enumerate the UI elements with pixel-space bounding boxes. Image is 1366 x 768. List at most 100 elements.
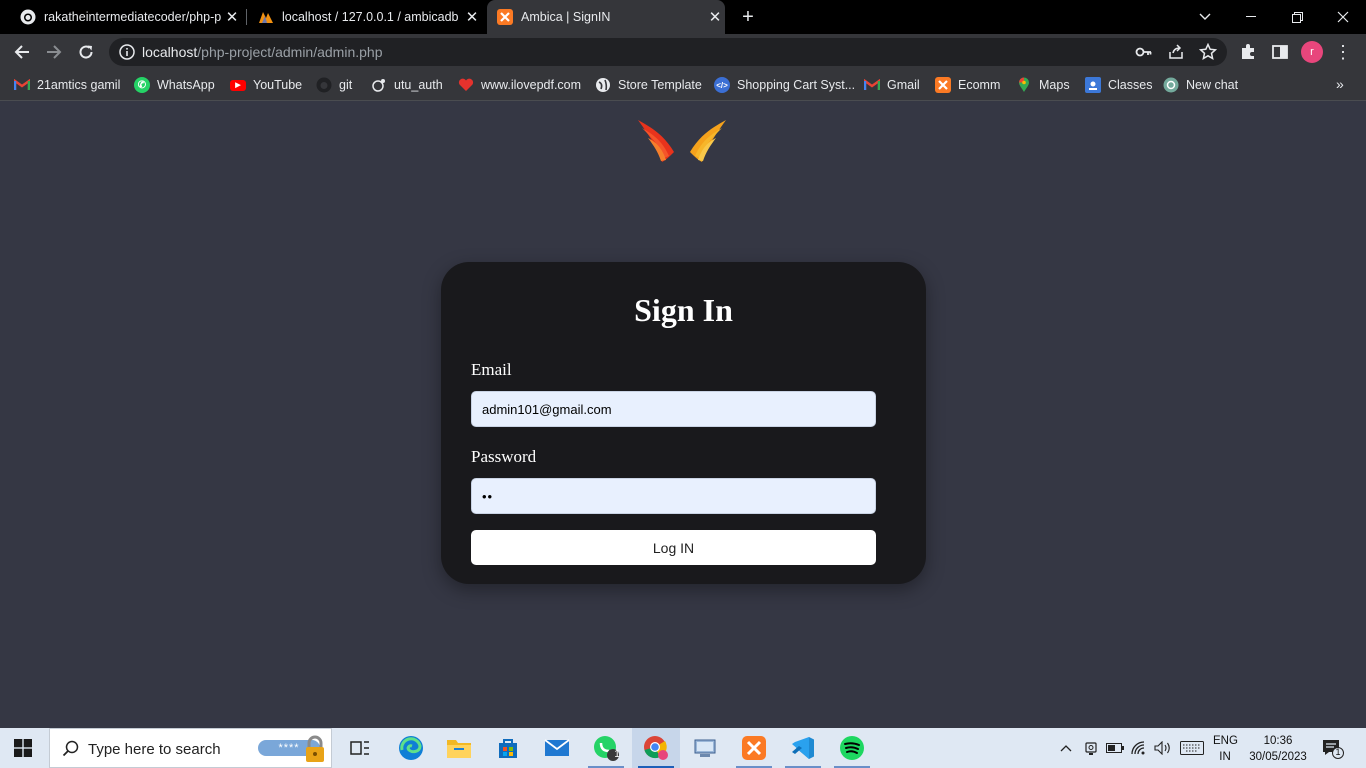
taskbar-whatsapp[interactable]: 1: [582, 728, 630, 768]
bookmark-label: Ecomm: [958, 78, 1001, 92]
notification-center-button[interactable]: 1: [1322, 738, 1344, 760]
language-indicator[interactable]: ENG IN: [1213, 733, 1238, 765]
taskbar-file-explorer[interactable]: [435, 728, 483, 768]
address-bar[interactable]: localhost/php-project/admin/admin.php: [109, 38, 1227, 66]
info-icon[interactable]: [119, 44, 135, 60]
taskbar-xampp[interactable]: [730, 728, 778, 768]
back-button[interactable]: [8, 38, 36, 66]
bookmark-git[interactable]: git: [316, 76, 352, 94]
ilovepdf-icon: [458, 77, 474, 93]
bookmark-shopping-cart[interactable]: </> Shopping Cart Syst...: [714, 76, 855, 94]
signin-card: Sign In Email Password Log IN: [441, 262, 926, 584]
bookmark-label: Shopping Cart Syst...: [737, 78, 856, 92]
signin-title: Sign In: [634, 292, 733, 328]
chevron-down-icon: [1199, 13, 1211, 20]
minimize-button[interactable]: [1228, 0, 1274, 34]
gmail-icon: [14, 77, 30, 93]
restore-icon: [1291, 11, 1303, 23]
taskbar-edge[interactable]: [387, 728, 435, 768]
new-tab-button[interactable]: +: [737, 6, 759, 28]
windows-start-icon[interactable]: [14, 739, 32, 757]
github-icon: [20, 9, 36, 25]
star-icon[interactable]: [1199, 43, 1217, 61]
edge-icon: [399, 736, 423, 760]
bookmark-store-template[interactable]: Store Template: [595, 76, 702, 94]
close-tab-icon[interactable]: ✕: [462, 8, 482, 26]
bookmark-label: New chat: [1186, 78, 1239, 92]
globe-icon: [595, 77, 611, 93]
xampp-icon: [742, 736, 766, 760]
bookmark-new-chat[interactable]: New chat: [1163, 76, 1238, 94]
notification-count: 1: [1335, 747, 1341, 757]
phpmyadmin-icon: [258, 9, 274, 25]
minimize-icon: [1246, 16, 1256, 17]
close-window-button[interactable]: [1320, 0, 1366, 34]
email-field[interactable]: [471, 391, 876, 427]
task-view-button[interactable]: [336, 728, 384, 768]
tray-volume[interactable]: [1154, 739, 1172, 757]
bookmark-whatsapp[interactable]: ✆ WhatsApp: [134, 76, 215, 94]
maps-icon: [1016, 77, 1032, 93]
language-code: ENG: [1213, 735, 1238, 747]
url-text: localhost/php-project/admin/admin.php: [142, 44, 383, 60]
taskbar-mail[interactable]: [533, 728, 581, 768]
forward-button[interactable]: [40, 38, 68, 66]
tab-title: rakatheintermediatecoder/php-p: [44, 10, 222, 24]
bookmark-label: Classes: [1108, 78, 1153, 92]
gmail-icon: [864, 77, 880, 93]
email-label: Email: [471, 360, 512, 379]
reload-button[interactable]: [72, 38, 100, 66]
tab-github[interactable]: rakatheintermediatecoder/php-p ✕: [12, 0, 242, 34]
bookmark-ecomm[interactable]: Ecomm: [935, 76, 1000, 94]
close-tab-icon[interactable]: ✕: [222, 8, 242, 26]
share-icon[interactable]: [1167, 43, 1185, 61]
tab-search-button[interactable]: [1182, 0, 1228, 34]
bookmark-gmail[interactable]: Gmail: [864, 76, 920, 94]
vscode-icon: [792, 737, 814, 759]
profile-avatar[interactable]: r: [1301, 41, 1323, 63]
side-panel-icon[interactable]: [1271, 43, 1289, 61]
tab-title: Ambica | SignIN: [521, 10, 611, 24]
tab-title: localhost / 127.0.0.1 / ambicadb /: [282, 10, 462, 24]
tray-meet-now[interactable]: [1082, 739, 1100, 757]
tab-phpmyadmin[interactable]: localhost / 127.0.0.1 / ambicadb / ✕: [250, 0, 482, 34]
taskbar-search[interactable]: Type here to search ****: [49, 728, 332, 768]
tray-wifi[interactable]: [1131, 739, 1149, 757]
taskbar-chrome[interactable]: [632, 728, 680, 768]
taskbar-store[interactable]: [484, 728, 532, 768]
bookmarks-overflow-button[interactable]: »: [1336, 76, 1344, 92]
bookmark-label: 21amtics gamil: [37, 78, 121, 92]
bookmark-ilovepdf[interactable]: www.ilovepdf.com: [458, 76, 581, 94]
taskbar-spotify[interactable]: [828, 728, 876, 768]
system-clock[interactable]: 10:36 30/05/2023: [1245, 733, 1311, 765]
close-icon: [1337, 11, 1349, 23]
tray-touch-keyboard[interactable]: [1180, 739, 1204, 757]
taskbar-control-panel[interactable]: [681, 728, 729, 768]
tab-ambica-signin[interactable]: Ambica | SignIN ✕: [487, 0, 725, 34]
tray-battery[interactable]: [1106, 739, 1124, 757]
login-button[interactable]: Log IN: [471, 530, 876, 565]
search-icon: [62, 740, 79, 757]
language-region: IN: [1219, 751, 1231, 763]
bookmark-label: utu_auth: [394, 78, 443, 92]
bookmark-21amtics-gmail[interactable]: 21amtics gamil: [14, 76, 120, 94]
taskbar-vscode[interactable]: [779, 728, 827, 768]
lock-icon: [306, 735, 324, 762]
bookmark-utu-auth[interactable]: utu_auth: [371, 76, 443, 94]
bookmark-youtube[interactable]: ▶ YouTube: [230, 76, 302, 94]
browser-menu-button[interactable]: ⋮: [1334, 41, 1352, 63]
bookmark-classes[interactable]: Classes: [1085, 76, 1152, 94]
close-tab-icon[interactable]: ✕: [705, 8, 725, 26]
xampp-icon: [935, 77, 951, 93]
restore-button[interactable]: [1274, 0, 1320, 34]
url-path: /php-project/admin/admin.php: [197, 44, 383, 60]
clock-date: 30/05/2023: [1249, 751, 1307, 763]
tray-overflow-chevron[interactable]: [1057, 739, 1075, 757]
spotify-icon: [840, 736, 864, 760]
bookmark-maps[interactable]: Maps: [1016, 76, 1070, 94]
password-field[interactable]: [471, 478, 876, 514]
extensions-icon[interactable]: [1239, 43, 1257, 61]
key-icon[interactable]: [1135, 43, 1153, 61]
bookmark-label: Gmail: [887, 78, 920, 92]
github-icon: [316, 77, 332, 93]
